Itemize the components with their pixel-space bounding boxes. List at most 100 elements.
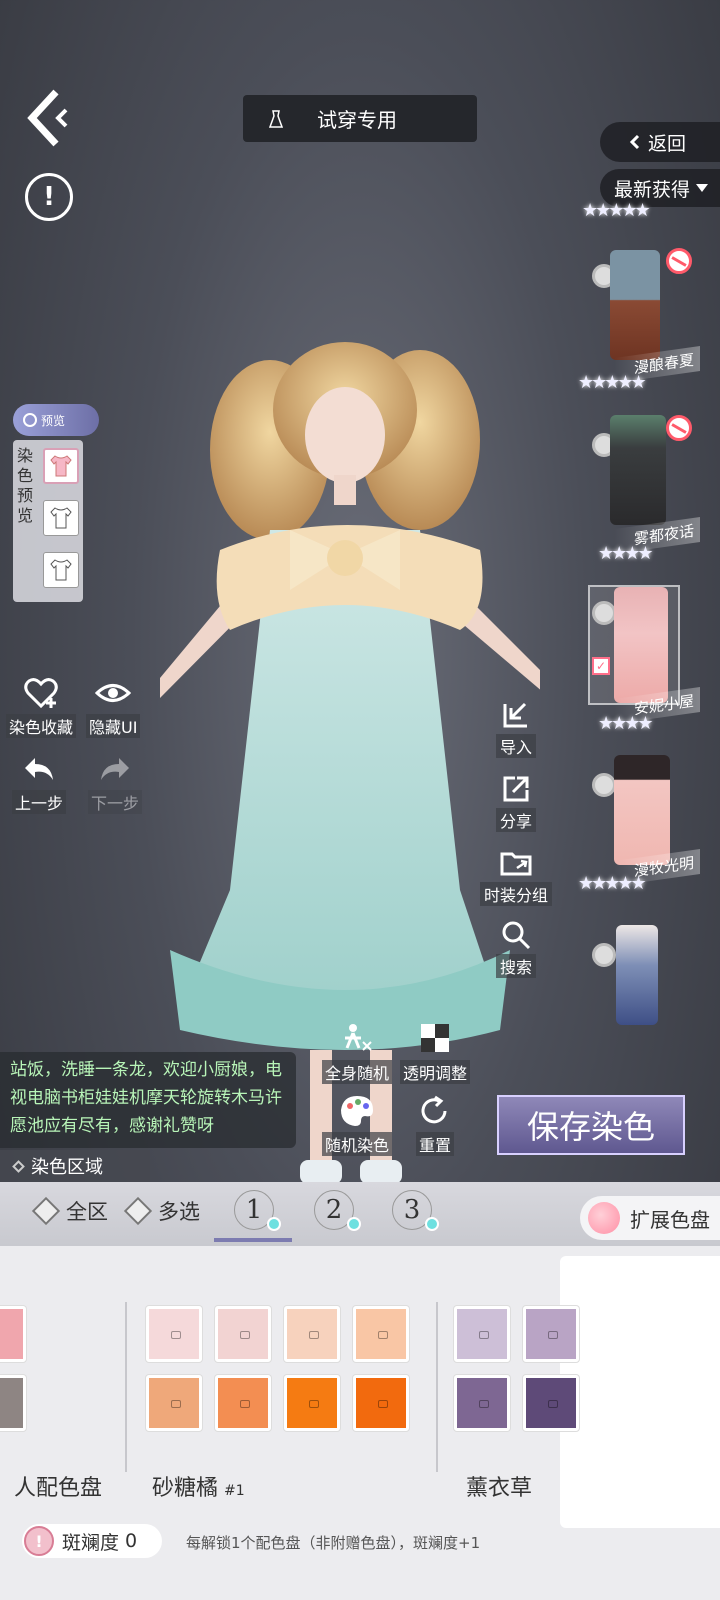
color-dot — [347, 1217, 361, 1231]
color-swatch[interactable] — [353, 1306, 409, 1362]
color-swatch[interactable] — [454, 1375, 510, 1431]
random-full-body-label: 全身随机 — [322, 1060, 393, 1084]
shirt-icon — [50, 455, 72, 477]
lock-icon — [240, 1331, 250, 1339]
outfit-thumbnail — [614, 755, 670, 865]
tab-region-2-label: 2 — [325, 1195, 343, 1225]
lock-icon — [309, 1400, 319, 1408]
outfit-thumbnail — [610, 250, 660, 360]
search-label: 搜索 — [495, 954, 536, 978]
outfit-group-label: 时装分组 — [479, 882, 552, 906]
heart-plus-icon — [24, 678, 58, 709]
outfit-item[interactable]: 漫牧光明 ★★★★★ — [578, 755, 710, 905]
redo-button[interactable]: 下一步 — [88, 752, 143, 814]
search-button[interactable]: 搜索 — [478, 918, 554, 978]
outfit-item[interactable]: 雾都夜话 ★★★★ — [580, 415, 710, 565]
color-swatch[interactable] — [523, 1306, 579, 1362]
outfit-group-button[interactable]: 时装分组 — [478, 846, 554, 906]
random-full-body-button[interactable]: 全身随机 — [322, 1022, 393, 1084]
tab-region-1[interactable]: 1 — [234, 1190, 281, 1231]
import-button[interactable]: 导入 — [478, 698, 554, 758]
shirt-icon — [50, 507, 72, 529]
undo-label: 上一步 — [12, 790, 67, 814]
return-button[interactable]: 返回 — [600, 122, 720, 162]
color-dot — [425, 1217, 439, 1231]
spot-degree-badge[interactable]: ! 斑斓度 0 — [22, 1524, 162, 1558]
hide-ui-label: 隐藏UI — [86, 714, 141, 738]
diamond-checkbox-icon — [123, 1196, 153, 1226]
tab-multi[interactable]: 多选 — [123, 1196, 200, 1226]
random-person-icon — [345, 1024, 372, 1051]
tab-region-3[interactable]: 3 — [392, 1190, 439, 1231]
lock-icon — [171, 1400, 181, 1408]
expand-palette-button[interactable]: 扩展色盘 — [580, 1196, 720, 1240]
shirt-preview-1[interactable] — [43, 448, 79, 484]
return-label: 返回 — [648, 132, 687, 155]
color-swatch[interactable] — [284, 1306, 340, 1362]
preview-tag-label: 预览 — [41, 413, 66, 428]
sort-label: 最新获得 — [614, 178, 691, 201]
color-swatch[interactable] — [0, 1375, 26, 1431]
color-swatch[interactable] — [215, 1375, 271, 1431]
select-radio[interactable] — [592, 773, 616, 797]
dye-favorite-button[interactable]: 染色收藏 — [6, 676, 77, 738]
active-tab-indicator — [214, 1238, 292, 1242]
color-dot — [267, 1217, 281, 1231]
save-dye-button[interactable]: 保存染色 — [497, 1095, 685, 1155]
dye-preview-panel: 染色预览 — [13, 440, 83, 602]
forbidden-icon — [666, 415, 692, 441]
transparency-icon — [421, 1024, 449, 1052]
select-radio[interactable] — [592, 943, 616, 967]
shirt-preview-3[interactable] — [43, 552, 79, 588]
random-dye-button[interactable]: 随机染色 — [322, 1094, 393, 1156]
outfit-thumbnail — [614, 587, 668, 703]
transparency-button[interactable]: 透明调整 — [400, 1022, 471, 1084]
color-swatch[interactable] — [146, 1375, 202, 1431]
undo-button[interactable]: 上一步 — [12, 752, 67, 814]
tab-region-2[interactable]: 2 — [314, 1190, 361, 1231]
palette-divider — [436, 1302, 438, 1472]
reset-label: 重置 — [416, 1132, 455, 1156]
reset-button[interactable]: 重置 — [416, 1094, 455, 1156]
outfit-item[interactable]: 漫酿春夏 ★★★★★ — [578, 240, 710, 393]
palette-name[interactable]: 砂糖橘 #1 — [152, 1470, 245, 1502]
outfit-list: ★★★★★ 漫酿春夏 ★★★★★ 雾都夜话 ★★★★ ✓ 安妮小屋 ★★★★ 漫… — [578, 200, 720, 1040]
redo-label: 下一步 — [88, 790, 143, 814]
palette-name[interactable]: 人配色盘 — [14, 1470, 102, 1502]
chat-message: 站饭，洗睡一条龙，欢迎小厨娘，电视电脑书柜娃娃机摩天轮旋转木马许愿池应有尽有，感… — [0, 1052, 296, 1148]
color-swatch[interactable] — [523, 1375, 579, 1431]
star-rating: ★★★★★ — [582, 200, 651, 221]
tab-all[interactable]: 全区 — [31, 1196, 108, 1226]
color-swatch[interactable] — [284, 1375, 340, 1431]
select-radio[interactable] — [592, 601, 616, 625]
color-swatch[interactable] — [0, 1306, 26, 1362]
back-arrow-icon[interactable] — [26, 88, 74, 148]
outfit-item-selected[interactable]: ✓ 安妮小屋 ★★★★ — [580, 585, 710, 735]
dye-region-header: 染色区域 — [0, 1150, 150, 1182]
page-title: 试穿专用 — [317, 108, 397, 132]
palette-name-label: 砂糖橘 — [152, 1476, 219, 1501]
lock-icon — [548, 1331, 558, 1339]
reset-icon — [421, 1095, 447, 1124]
palette-name[interactable]: 薰衣草 — [466, 1470, 532, 1502]
folder-icon — [500, 852, 532, 876]
color-swatch[interactable] — [353, 1375, 409, 1431]
share-button[interactable]: 分享 — [478, 772, 554, 832]
import-icon — [503, 702, 527, 728]
dye-preview-label: 染色预览 — [17, 446, 34, 525]
hide-ui-button[interactable]: 隐藏UI — [86, 676, 141, 738]
palette-index: #1 — [224, 1483, 245, 1499]
share-label: 分享 — [495, 808, 536, 832]
redo-icon — [101, 758, 129, 780]
color-swatch[interactable] — [146, 1306, 202, 1362]
color-swatch[interactable] — [454, 1306, 510, 1362]
spot-label: 斑斓度 — [62, 1531, 120, 1554]
outfit-item[interactable] — [580, 925, 710, 1035]
star-rating: ★★★★★ — [578, 873, 647, 894]
color-swatch[interactable] — [215, 1306, 271, 1362]
checkmark-icon: ✓ — [592, 657, 610, 675]
info-button[interactable]: ! — [25, 173, 73, 221]
preview-toggle[interactable]: 预览 — [13, 404, 99, 436]
forbidden-icon — [666, 248, 692, 274]
shirt-preview-2[interactable] — [43, 500, 79, 536]
